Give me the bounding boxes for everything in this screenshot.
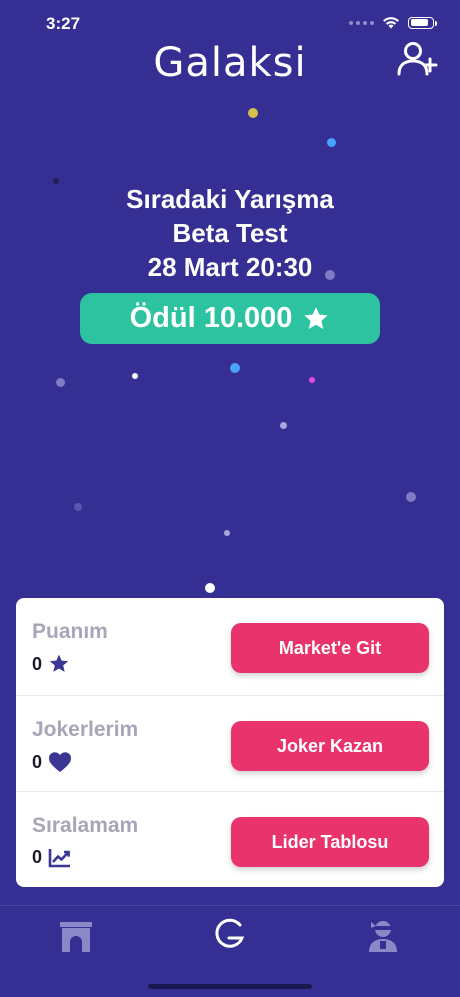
rank-value-group: 0: [32, 847, 72, 868]
particle-dot: [56, 378, 65, 387]
particle-dot: [205, 583, 215, 593]
particle-dot: [309, 377, 315, 383]
particle-dot: [406, 492, 416, 502]
points-value: 0: [32, 653, 43, 674]
particle-dot: [230, 363, 240, 373]
battery-icon: [408, 16, 437, 29]
particle-dot: [280, 422, 287, 429]
stat-row-points: Puanım 0 Market'e Git: [16, 598, 444, 693]
trending-chart-icon: [48, 848, 71, 867]
next-contest-info: Sıradaki Yarışma Beta Test 28 Mart 20:30: [0, 182, 460, 284]
jokers-value-group: 0: [32, 751, 72, 773]
status-time: 3:27: [46, 14, 81, 33]
earn-joker-button[interactable]: Joker Kazan: [231, 721, 429, 771]
next-contest-heading: Sıradaki Yarışma: [126, 184, 334, 214]
particle-dot: [74, 503, 82, 511]
jokers-label: Jokerlerim: [32, 718, 139, 741]
particle-dot: [248, 108, 258, 118]
home-indicator: [148, 984, 312, 989]
particle-dot: [132, 373, 138, 379]
star-icon: [49, 654, 69, 672]
app-logo: Galaksi: [153, 40, 307, 86]
arch-icon[interactable]: [56, 916, 96, 956]
wifi-icon: [383, 17, 399, 29]
heart-icon: [49, 752, 72, 772]
tab-bar: [0, 905, 460, 997]
rank-label: Sıralamam: [32, 814, 139, 837]
points-label: Puanım: [32, 620, 108, 643]
rank-value: 0: [32, 847, 43, 867]
status-icons: [349, 16, 437, 29]
contest-datetime: 28 Mart 20:30: [147, 252, 313, 282]
star-icon: [304, 306, 329, 329]
add-user-icon[interactable]: [396, 40, 438, 82]
particle-dot: [327, 138, 336, 147]
cellular-signal-icon: [349, 20, 374, 25]
jokers-value: 0: [32, 751, 43, 772]
leaderboard-button[interactable]: Lider Tablosu: [231, 817, 429, 867]
prize-badge[interactable]: Ödül 10.000: [80, 293, 380, 344]
go-to-market-button[interactable]: Market'e Git: [231, 623, 429, 673]
prize-label: Ödül 10.000: [129, 302, 293, 334]
stats-card: Puanım 0 Market'e Git Jokerlerim 0 Joker…: [16, 598, 444, 887]
stat-row-rank: Sıralamam 0 Lider Tablosu: [16, 791, 444, 887]
contest-name: Beta Test: [172, 218, 288, 248]
stat-row-jokers: Jokerlerim 0 Joker Kazan: [16, 695, 444, 791]
ninja-avatar-icon[interactable]: [363, 916, 403, 956]
galaksi-g-icon[interactable]: [209, 916, 249, 956]
points-value-group: 0: [32, 653, 70, 675]
particle-dot: [224, 530, 230, 536]
